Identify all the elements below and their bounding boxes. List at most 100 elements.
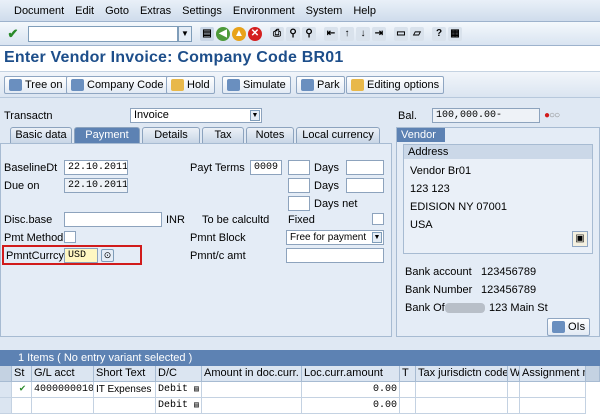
tax-jurisdiction-cell[interactable] <box>416 382 508 398</box>
tab-tax[interactable]: Tax <box>202 127 244 143</box>
pmnt-block-dropdown-icon[interactable]: ▼ <box>372 232 382 243</box>
col-t[interactable]: T <box>400 366 416 382</box>
row-selector-header[interactable] <box>0 366 12 382</box>
enter-check-icon[interactable]: ✔ <box>6 27 20 41</box>
search-help-icon[interactable]: ⊙ <box>101 249 114 262</box>
bank-of-label: Bank Of <box>405 302 445 314</box>
tab-local-currency[interactable]: Local currency <box>296 127 380 143</box>
menu-system[interactable]: System <box>306 5 343 17</box>
disc-base-field[interactable] <box>64 212 162 227</box>
shortcut-icon[interactable]: ▱ <box>410 27 424 41</box>
find-icon[interactable]: ⚲ <box>286 27 300 41</box>
exit-icon[interactable]: ▲ <box>232 27 246 41</box>
column-settings-icon[interactable] <box>586 366 600 382</box>
payt-terms-field[interactable]: 0009 <box>250 160 282 175</box>
col-short-text[interactable]: Short Text <box>94 366 156 382</box>
tab-notes[interactable]: Notes <box>246 127 294 143</box>
address-detail-icon[interactable]: ▣ <box>572 231 588 247</box>
cancel-icon[interactable]: ✕ <box>248 27 262 41</box>
save-icon[interactable]: ▤ <box>200 27 214 41</box>
col-st[interactable]: St <box>12 366 32 382</box>
ois-button[interactable]: OIs <box>547 318 591 336</box>
tab-payment[interactable]: Payment <box>74 127 140 144</box>
col-amount-doc[interactable]: Amount in doc.curr. <box>202 366 302 382</box>
bank-number-value: 123456789 <box>481 284 537 296</box>
gl-acct-cell[interactable] <box>32 398 94 414</box>
layout-icon[interactable]: ▦ <box>448 27 462 41</box>
days-net-field[interactable] <box>288 196 310 211</box>
pmntc-amt-field[interactable] <box>286 248 384 263</box>
dc-dropdown-icon[interactable]: ▤ <box>194 385 199 394</box>
hold-button[interactable]: Hold <box>166 76 215 94</box>
menu-extras[interactable]: Extras <box>140 5 171 17</box>
pmntcurrcy-field[interactable]: USD <box>64 248 98 263</box>
next-page-icon[interactable]: ↓ <box>356 27 370 41</box>
pct1-field[interactable] <box>346 160 384 175</box>
short-text-cell[interactable]: IT Expenses <box>94 382 156 398</box>
fixed-checkbox[interactable] <box>372 213 384 225</box>
menu-goto[interactable]: Goto <box>105 5 129 17</box>
editing-options-button[interactable]: Editing options <box>346 76 445 94</box>
col-tax-jurisdiction[interactable]: Tax jurisdictn code <box>416 366 508 382</box>
first-page-icon[interactable]: ⇤ <box>324 27 338 41</box>
days-net-label: Days net <box>314 198 358 210</box>
new-session-icon[interactable]: ▭ <box>394 27 408 41</box>
menu-edit[interactable]: Edit <box>75 5 94 17</box>
transactn-label: Transactn <box>4 110 53 122</box>
col-w[interactable]: W <box>508 366 520 382</box>
back-icon[interactable]: ◀ <box>216 27 230 41</box>
command-dropdown-icon[interactable]: ▼ <box>178 26 192 42</box>
print-icon[interactable]: ⎙ <box>270 27 284 41</box>
pmt-method-field[interactable] <box>64 231 76 243</box>
baselinedt-field[interactable]: 22.10.2011 <box>64 160 128 175</box>
bal-label: Bal. <box>398 110 417 122</box>
simulate-icon <box>227 79 240 91</box>
assignment-cell[interactable] <box>520 398 586 414</box>
gl-acct-cell[interactable]: 4000000010 <box>32 382 94 398</box>
find-next-icon[interactable]: ⚲ <box>302 27 316 41</box>
traffic-light-icon: ●○○ <box>544 110 560 121</box>
simulate-button[interactable]: Simulate <box>222 76 291 94</box>
assignment-cell[interactable] <box>520 382 586 398</box>
row-selector[interactable] <box>0 398 12 414</box>
amount-doc-cell[interactable] <box>202 398 302 414</box>
tree-on-button[interactable]: Tree on <box>4 76 68 94</box>
transactn-dropdown-icon[interactable]: ▼ <box>250 110 260 121</box>
row-selector[interactable] <box>0 382 12 398</box>
w-cell[interactable] <box>508 382 520 398</box>
dc-cell[interactable]: Debit ▤ <box>156 382 202 398</box>
col-loc-amount[interactable]: Loc.curr.amount <box>302 366 400 382</box>
menu-help[interactable]: Help <box>353 5 376 17</box>
help-icon[interactable]: ? <box>432 27 446 41</box>
pct2-field[interactable] <box>346 178 384 193</box>
redacted-bar <box>445 303 485 313</box>
page-title: Enter Vendor Invoice: Company Code BR01 <box>4 49 344 66</box>
park-button[interactable]: Park <box>296 76 345 94</box>
tab-basic-data[interactable]: Basic data <box>10 127 72 143</box>
last-page-icon[interactable]: ⇥ <box>372 27 386 41</box>
tab-details[interactable]: Details <box>142 127 200 143</box>
dc-cell[interactable]: Debit ▤ <box>156 398 202 414</box>
menu-document[interactable]: Document <box>14 5 64 17</box>
col-assignment[interactable]: Assignment n <box>520 366 586 382</box>
title-bar: Enter Vendor Invoice: Company Code BR01 <box>0 46 600 72</box>
menu-environment[interactable]: Environment <box>233 5 295 17</box>
short-text-cell[interactable] <box>94 398 156 414</box>
company-code-button[interactable]: Company Code <box>66 76 169 94</box>
menu-settings[interactable]: Settings <box>182 5 222 17</box>
transactn-field[interactable]: Invoice <box>130 108 262 123</box>
days1-field[interactable] <box>288 160 310 175</box>
w-cell[interactable] <box>508 398 520 414</box>
col-dc[interactable]: D/C <box>156 366 202 382</box>
days2-field[interactable] <box>288 178 310 193</box>
pmnt-block-field[interactable]: Free for payment <box>286 230 384 245</box>
t-cell[interactable] <box>400 382 416 398</box>
prev-page-icon[interactable]: ↑ <box>340 27 354 41</box>
amount-doc-cell[interactable] <box>202 382 302 398</box>
pmntcurrcy-label: PmntCurrcy <box>6 250 65 262</box>
col-gl-acct[interactable]: G/L acct <box>32 366 94 382</box>
t-cell[interactable] <box>400 398 416 414</box>
dc-dropdown-icon[interactable]: ▤ <box>194 401 199 410</box>
tax-jurisdiction-cell[interactable] <box>416 398 508 414</box>
command-field[interactable] <box>28 26 178 42</box>
